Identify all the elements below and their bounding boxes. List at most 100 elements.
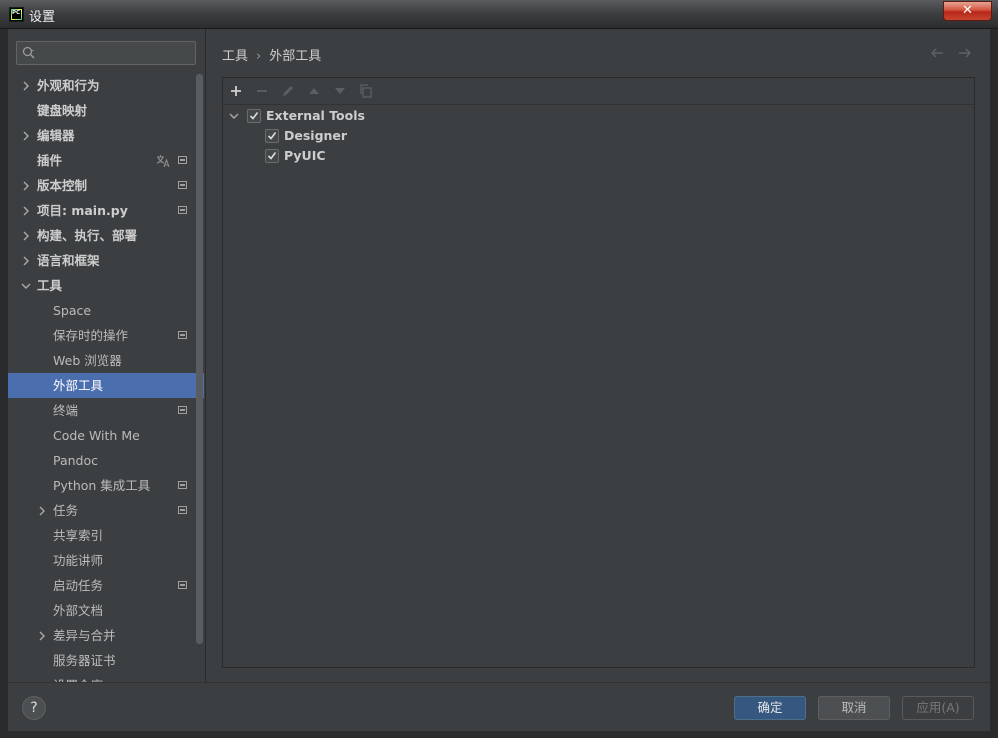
sidebar-item-14[interactable]: Code With Me: [8, 423, 204, 448]
copy-icon[interactable]: [358, 83, 374, 99]
ok-button[interactable]: 确定: [734, 696, 806, 720]
designer-checkbox[interactable]: [265, 129, 279, 143]
project-level-icon: [178, 481, 187, 489]
project-level-icon: [178, 206, 187, 214]
sidebar-item-label: 项目: main.py: [37, 203, 128, 218]
search-icon: [22, 46, 35, 59]
sidebar-item-label: 外部工具: [53, 378, 104, 393]
sidebar-item-18[interactable]: 共享索引: [8, 523, 204, 548]
sidebar-item-label: Code With Me: [53, 428, 140, 443]
sidebar-item-label: 功能讲师: [53, 553, 104, 568]
sidebar-item-label: Space: [53, 303, 92, 318]
sidebar-item-5[interactable]: 项目: main.py: [8, 198, 204, 223]
sidebar-item-0[interactable]: 外观和行为: [8, 73, 204, 98]
sidebar-item-24[interactable]: 设置仓库: [8, 673, 204, 682]
move-up-icon[interactable]: [306, 83, 322, 99]
sidebar-item-15[interactable]: Pandoc: [8, 448, 204, 473]
chevron-right-icon[interactable]: [21, 206, 31, 216]
sidebar-item-label: 编辑器: [37, 128, 75, 143]
chevron-right-icon[interactable]: [37, 631, 47, 641]
sidebar-item-label: 启动任务: [53, 578, 104, 593]
window-close-button[interactable]: ✕: [943, 1, 992, 21]
sidebar-item-21[interactable]: 外部文档: [8, 598, 204, 623]
sidebar-item-label: 插件: [37, 153, 63, 168]
external-tools-group-row[interactable]: External Tools: [229, 106, 429, 126]
sidebar-item-label: 保存时的操作: [53, 328, 129, 343]
project-level-icon: [178, 181, 187, 189]
sidebar-item-22[interactable]: 差异与合并: [8, 623, 204, 648]
tool-label: PyUIC: [284, 148, 326, 163]
dialog-footer: ? 确定 取消 应用(A): [8, 682, 990, 731]
sidebar-item-10[interactable]: 保存时的操作: [8, 323, 204, 348]
sidebar-item-8[interactable]: 工具: [8, 273, 204, 298]
sidebar-item-13[interactable]: 终端: [8, 398, 204, 423]
window-title: 设置: [29, 10, 56, 25]
project-level-icon: [178, 581, 187, 589]
sidebar-item-12[interactable]: 外部工具: [8, 373, 204, 398]
sidebar-item-7[interactable]: 语言和框架: [8, 248, 204, 273]
sidebar-scrollbar[interactable]: [196, 74, 203, 644]
chevron-right-icon[interactable]: [21, 256, 31, 266]
sidebar-item-3[interactable]: 插件: [8, 148, 204, 173]
sidebar-item-11[interactable]: Web 浏览器: [8, 348, 204, 373]
sidebar-item-1[interactable]: 键盘映射: [8, 98, 204, 123]
breadcrumb-current: 外部工具: [269, 49, 322, 64]
sidebar-item-label: Python 集成工具: [53, 478, 151, 493]
chevron-right-icon[interactable]: [21, 131, 31, 141]
sidebar-item-4[interactable]: 版本控制: [8, 173, 204, 198]
window-frame-bottom: [0, 731, 998, 738]
forward-arrow-icon[interactable]: [957, 45, 973, 61]
breadcrumb-separator: ›: [256, 49, 262, 64]
sidebar-item-16[interactable]: Python 集成工具: [8, 473, 204, 498]
apply-button[interactable]: 应用(A): [902, 696, 974, 720]
translate-icon: [156, 155, 170, 168]
sidebar-item-label: 设置仓库: [53, 673, 103, 682]
sidebar-item-9[interactable]: Space: [8, 298, 204, 323]
sidebar-item-label: 外部文档: [53, 603, 104, 618]
external-tools-toolbar: [223, 78, 974, 105]
settings-main-panel: 工具 › 外部工具 External Tools Designer PyUIC: [205, 29, 990, 682]
sidebar-item-label: Web 浏览器: [53, 353, 122, 368]
settings-search-box[interactable]: [16, 41, 196, 65]
remove-icon[interactable]: [254, 83, 270, 99]
sidebar-item-23[interactable]: 服务器证书: [8, 648, 204, 673]
sidebar-item-label: 语言和框架: [37, 253, 100, 268]
add-icon[interactable]: [228, 83, 244, 99]
settings-search-input[interactable]: [41, 44, 191, 62]
sidebar-item-17[interactable]: 任务: [8, 498, 204, 523]
help-button[interactable]: ?: [22, 696, 46, 720]
chevron-down-icon[interactable]: [229, 111, 239, 121]
window-frame-right: [990, 29, 998, 738]
settings-tree: 外观和行为键盘映射编辑器插件版本控制项目: main.py 构建、执行、部署 语言和…: [8, 73, 204, 682]
sidebar-item-label: 差异与合并: [53, 628, 116, 643]
breadcrumb-parent[interactable]: 工具: [222, 49, 248, 64]
sidebar-item-label: 终端: [53, 403, 79, 418]
title-bar: 设置 ✕: [0, 0, 998, 29]
edit-icon[interactable]: [280, 83, 296, 99]
sidebar-item-label: 共享索引: [53, 528, 104, 543]
chevron-right-icon[interactable]: [21, 81, 31, 91]
sidebar-item-2[interactable]: 编辑器: [8, 123, 204, 148]
chevron-right-icon[interactable]: [37, 506, 47, 516]
pyuic-checkbox[interactable]: [265, 149, 279, 163]
settings-window: 外观和行为键盘映射编辑器插件版本控制项目: main.py 构建、执行、部署 语言和…: [8, 29, 990, 731]
chevron-down-icon[interactable]: [21, 281, 31, 291]
sidebar-item-19[interactable]: 功能讲师: [8, 548, 204, 573]
sidebar-item-6[interactable]: 构建、执行、部署: [8, 223, 204, 248]
external-tools-group-label: External Tools: [266, 108, 365, 123]
chevron-right-icon[interactable]: [21, 231, 31, 241]
tool-row-designer[interactable]: Designer: [265, 126, 465, 146]
sidebar-item-label: 工具: [37, 278, 63, 293]
move-down-icon[interactable]: [332, 83, 348, 99]
project-level-icon: [178, 331, 187, 339]
sidebar-item-label: 构建、执行、部署: [37, 228, 138, 243]
external-tools-checkbox[interactable]: [247, 109, 261, 123]
sidebar-item-20[interactable]: 启动任务: [8, 573, 204, 598]
sidebar-item-label: 外观和行为: [37, 78, 100, 93]
chevron-right-icon[interactable]: [21, 181, 31, 191]
cancel-button[interactable]: 取消: [818, 696, 890, 720]
back-arrow-icon[interactable]: [929, 45, 945, 61]
project-level-icon: [178, 406, 187, 414]
sidebar-item-label: 键盘映射: [37, 103, 88, 118]
tool-row-pyuic[interactable]: PyUIC: [265, 146, 465, 166]
